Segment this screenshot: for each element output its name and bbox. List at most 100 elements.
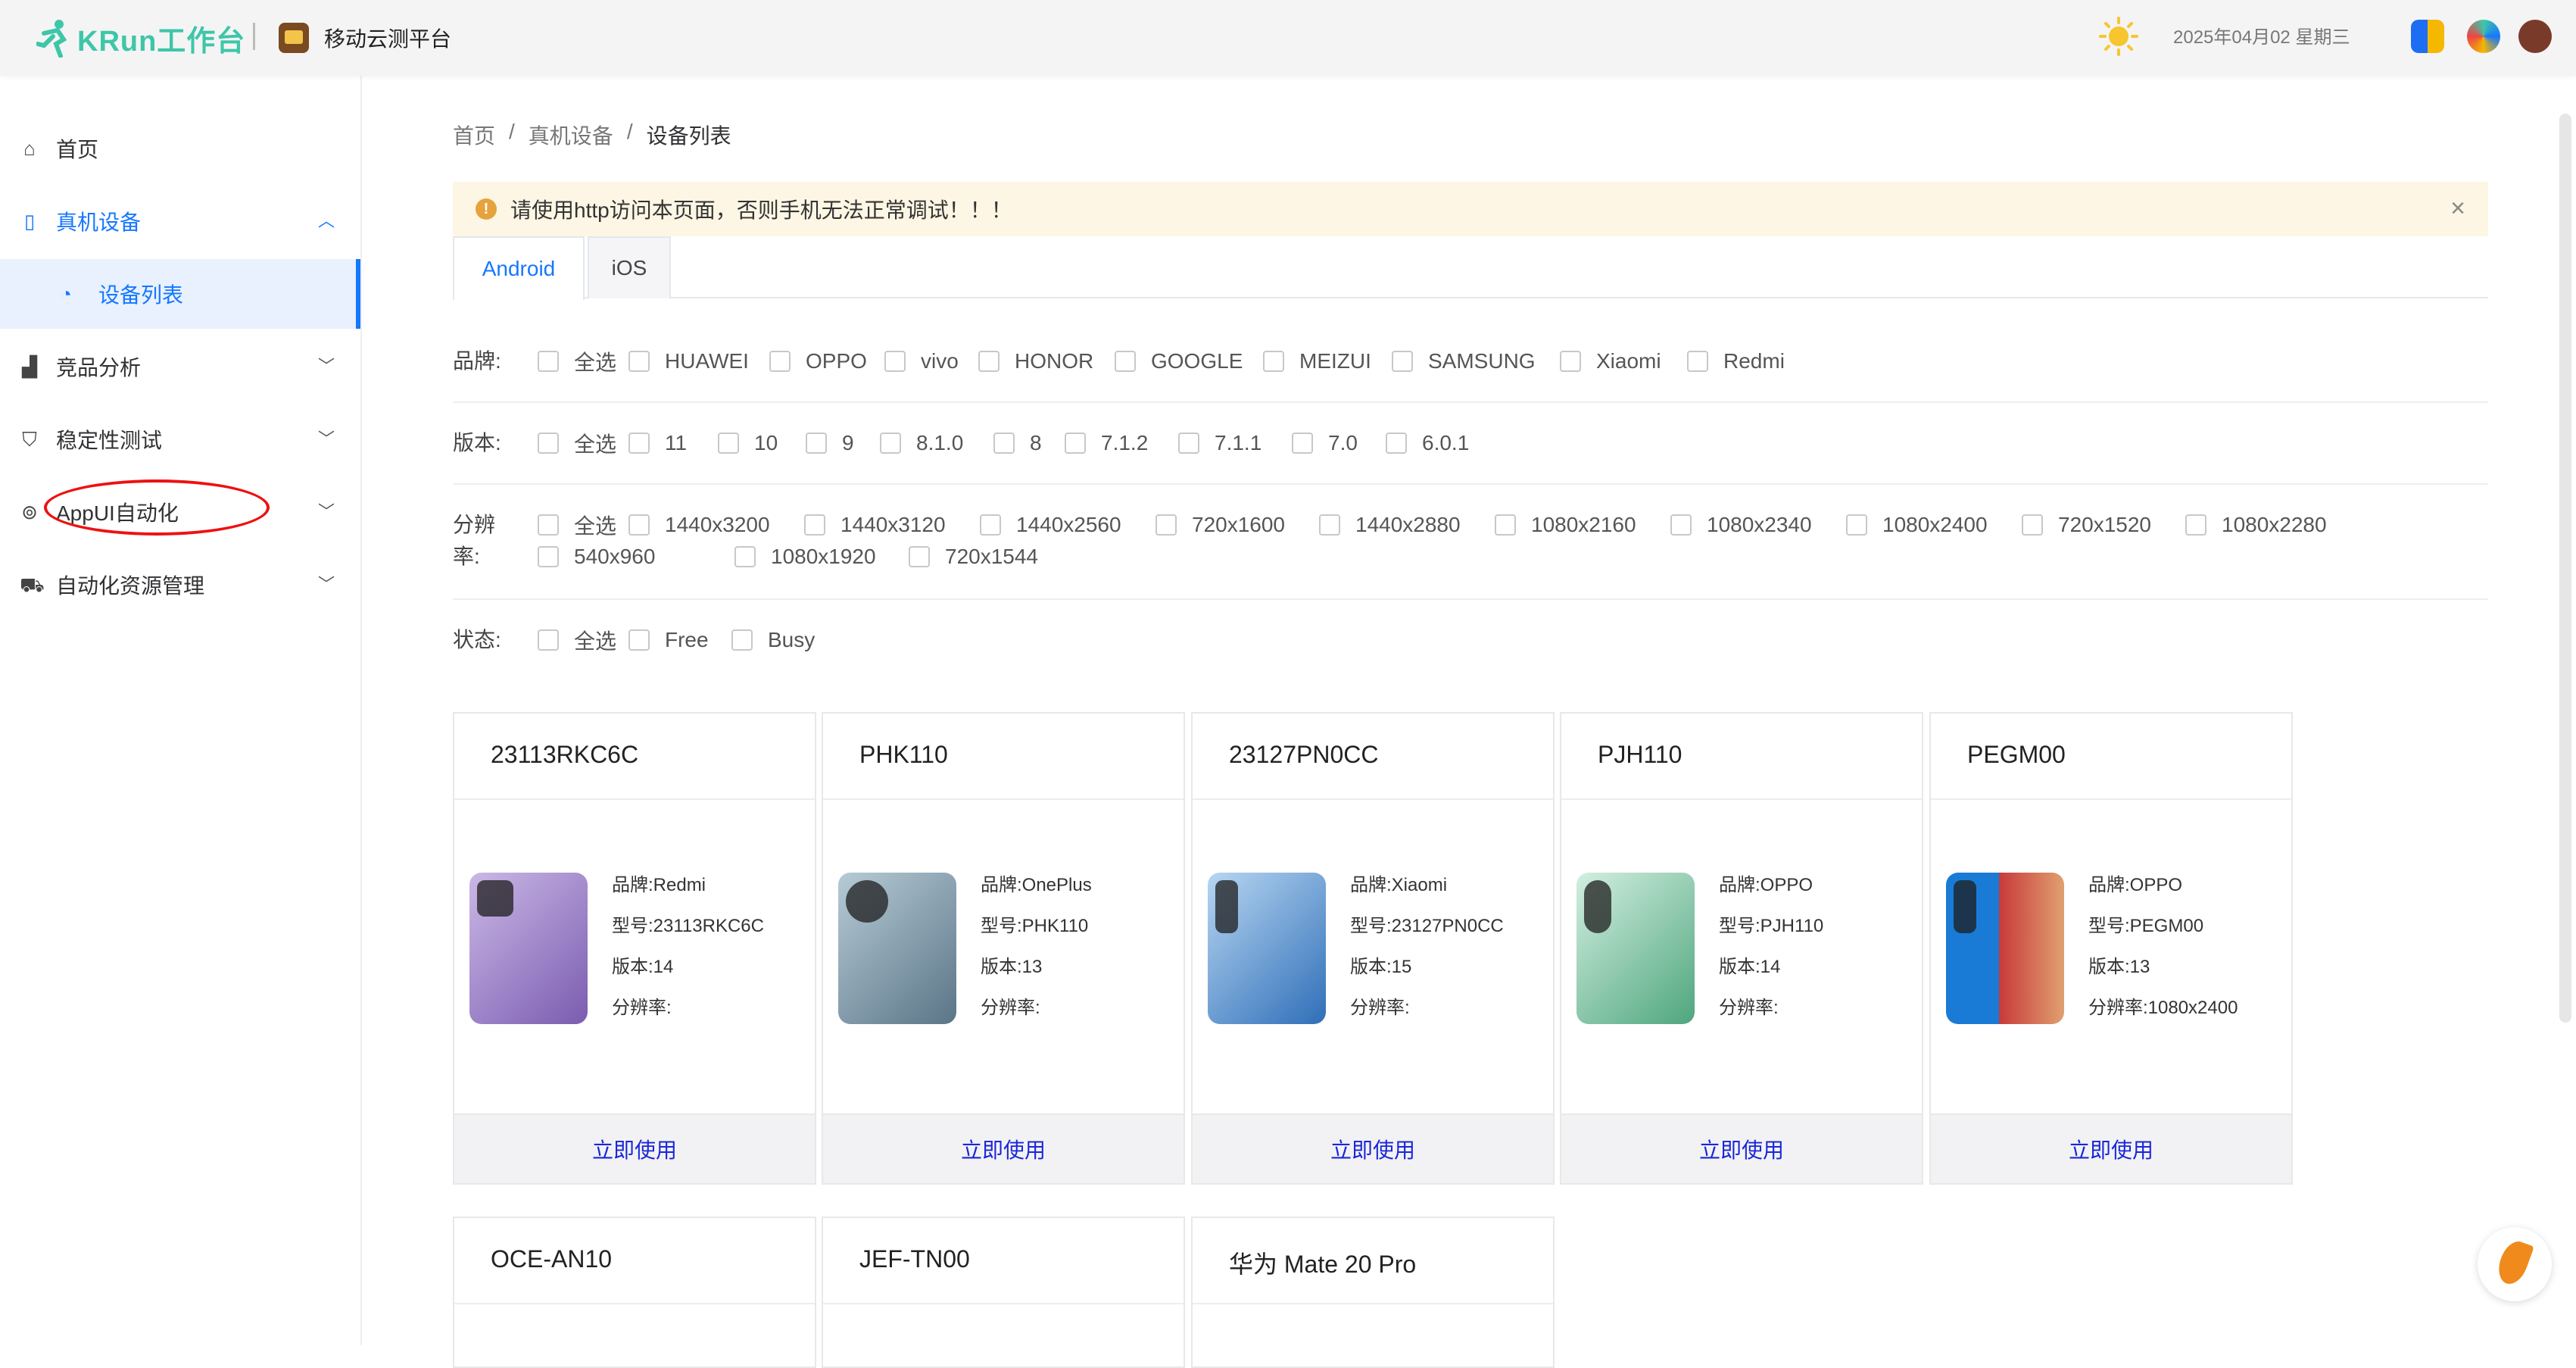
checkbox[interactable]: [804, 514, 825, 536]
checkbox[interactable]: [980, 514, 1001, 536]
checkbox[interactable]: [978, 351, 1000, 372]
checkbox[interactable]: [1263, 351, 1284, 372]
checkbox[interactable]: [1386, 433, 1407, 454]
sidebar-item-stability-test[interactable]: ⛉ 稳定性测试 ﹀: [0, 404, 360, 474]
checkbox[interactable]: [628, 629, 650, 651]
resolution-option[interactable]: 全选: [538, 509, 628, 541]
checkbox[interactable]: [1670, 514, 1692, 536]
brand-option[interactable]: vivo: [884, 345, 978, 377]
brand-option[interactable]: HUAWEI: [628, 345, 769, 377]
status-option[interactable]: 全选: [538, 624, 628, 656]
checkbox[interactable]: [1846, 514, 1867, 536]
resolution-option[interactable]: 720x1600: [1155, 509, 1319, 541]
breadcrumb-home[interactable]: 首页: [453, 120, 495, 150]
version-option[interactable]: 7.1.1: [1178, 427, 1292, 459]
checkbox[interactable]: [806, 433, 827, 454]
use-now-button[interactable]: 立即使用: [1193, 1113, 1553, 1183]
checkbox[interactable]: [538, 514, 559, 536]
krun-logo[interactable]: KRun工作台: [36, 15, 245, 61]
chrome-like-icon[interactable]: [2467, 20, 2500, 53]
version-option[interactable]: 11: [628, 427, 718, 459]
checkbox[interactable]: [1065, 433, 1086, 454]
brand-option[interactable]: SAMSUNG: [1392, 345, 1560, 377]
tab-ios[interactable]: iOS: [588, 236, 671, 298]
checkbox[interactable]: [769, 351, 791, 372]
resolution-option[interactable]: 1440x3200: [628, 509, 804, 541]
resolution-option[interactable]: 1080x1920: [734, 541, 909, 573]
checkbox[interactable]: [1560, 351, 1581, 372]
brand-option[interactable]: HONOR: [978, 345, 1115, 377]
sidebar-item-competitor-analysis[interactable]: ▟ 竞品分析 ﹀: [0, 332, 360, 401]
checkbox[interactable]: [1292, 433, 1313, 454]
checkbox[interactable]: [2185, 514, 2206, 536]
checkbox[interactable]: [734, 546, 756, 567]
brand-option[interactable]: Xiaomi: [1560, 345, 1687, 377]
checkbox[interactable]: [731, 629, 753, 651]
version-option[interactable]: 10: [718, 427, 806, 459]
brand-option[interactable]: GOOGLE: [1115, 345, 1263, 377]
use-now-button[interactable]: 立即使用: [1931, 1113, 2291, 1183]
theme-toggle-sun-icon[interactable]: [2097, 15, 2140, 61]
checkbox[interactable]: [718, 433, 739, 454]
checkbox[interactable]: [2022, 514, 2043, 536]
assistant-bird-button[interactable]: [2478, 1227, 2552, 1301]
resolution-option[interactable]: 1080x2160: [1495, 509, 1670, 541]
resolution-option[interactable]: 720x1520: [2022, 509, 2185, 541]
brand-option[interactable]: MEIZUI: [1263, 345, 1392, 377]
tab-android[interactable]: Android: [453, 236, 585, 300]
checkbox[interactable]: [884, 351, 906, 372]
checkbox[interactable]: [628, 351, 650, 372]
breadcrumb-real-devices[interactable]: 真机设备: [529, 120, 613, 150]
brand-option[interactable]: OPPO: [769, 345, 884, 377]
checkbox[interactable]: [1115, 351, 1136, 372]
brand-option[interactable]: Redmi: [1687, 345, 1793, 377]
checkbox[interactable]: [538, 546, 559, 567]
checkbox[interactable]: [628, 433, 650, 454]
sidebar-item-real-devices[interactable]: ▯ 真机设备 ︿: [0, 186, 360, 256]
checkbox[interactable]: [880, 433, 901, 454]
checkbox[interactable]: [993, 433, 1015, 454]
app-shortcut-icon[interactable]: [2411, 20, 2444, 53]
version-option[interactable]: 6.0.1: [1386, 427, 1477, 459]
resolution-option[interactable]: 1440x3120: [804, 509, 980, 541]
checkbox[interactable]: [909, 546, 930, 567]
version-option[interactable]: 8: [993, 427, 1065, 459]
resolution-option[interactable]: 1080x2400: [1846, 509, 2022, 541]
checkbox[interactable]: [538, 629, 559, 651]
version-option[interactable]: 7.1.2: [1065, 427, 1178, 459]
checkbox[interactable]: [628, 514, 650, 536]
status-option[interactable]: Busy: [731, 624, 837, 656]
checkbox[interactable]: [538, 351, 559, 372]
use-now-button[interactable]: 立即使用: [1561, 1113, 1922, 1183]
user-avatar[interactable]: [2518, 20, 2552, 53]
sidebar-item-automation-resources[interactable]: ⛟ 自动化资源管理 ﹀: [0, 550, 360, 620]
use-now-button[interactable]: 立即使用: [454, 1113, 815, 1183]
version-option[interactable]: 9: [806, 427, 880, 459]
version-option[interactable]: 全选: [538, 427, 628, 459]
version-option[interactable]: 8.1.0: [880, 427, 993, 459]
version-option[interactable]: 7.0: [1292, 427, 1386, 459]
resolution-option[interactable]: 1080x2340: [1670, 509, 1846, 541]
checkbox[interactable]: [1155, 514, 1177, 536]
sidebar-item-device-list[interactable]: ◔ 设备列表: [0, 259, 360, 329]
resolution-option[interactable]: 1440x2560: [980, 509, 1155, 541]
close-icon[interactable]: ×: [2450, 195, 2465, 221]
checkbox[interactable]: [1392, 351, 1413, 372]
sidebar-item-home[interactable]: ⌂ 首页: [0, 114, 360, 183]
resolution-option[interactable]: 1440x2880: [1319, 509, 1495, 541]
brand-option[interactable]: 全选: [538, 345, 628, 377]
checkbox[interactable]: [1495, 514, 1516, 536]
checkbox[interactable]: [1319, 514, 1340, 536]
resolution-option[interactable]: 720x1544: [909, 541, 1083, 573]
use-now-button[interactable]: 立即使用: [823, 1113, 1184, 1183]
status-option[interactable]: Free: [628, 624, 731, 656]
checkbox[interactable]: [538, 433, 559, 454]
cart-icon: ⛟: [20, 573, 45, 596]
page-scrollbar[interactable]: [2559, 114, 2571, 1023]
resolution-option[interactable]: 540x960: [538, 541, 734, 573]
checkbox[interactable]: [1687, 351, 1708, 372]
resolution-option[interactable]: 1080x2280: [2185, 509, 2364, 541]
platform-title[interactable]: 移动云测平台: [279, 17, 451, 59]
checkbox[interactable]: [1178, 433, 1199, 454]
option-label: 6.0.1: [1422, 431, 1470, 454]
